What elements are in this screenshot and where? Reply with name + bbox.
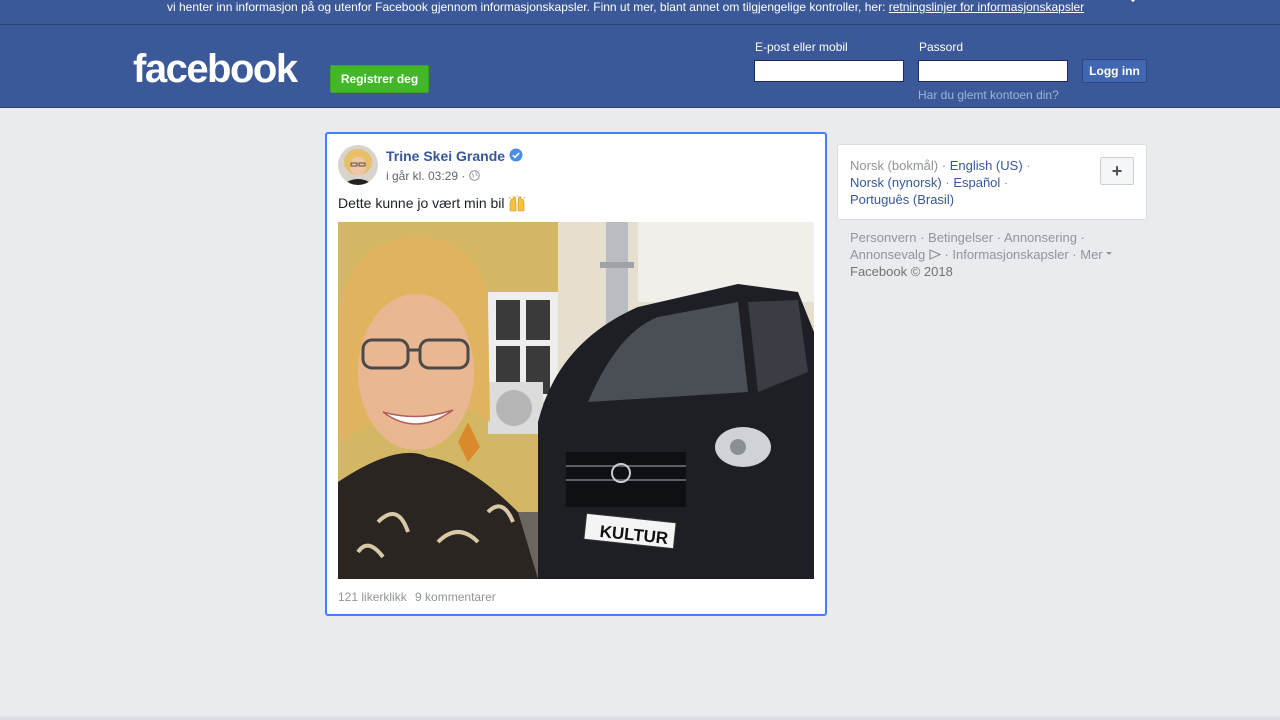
footer-link-terms[interactable]: Betingelser [928,230,993,245]
cookie-banner-text: vi henter inn informasjon på og utenfor … [167,0,1084,14]
login-button[interactable]: Logg inn [1082,59,1147,83]
close-icon[interactable] [1124,0,1142,8]
email-field[interactable] [754,60,904,82]
verified-badge-icon [509,148,523,162]
avatar[interactable] [338,145,378,185]
password-label: Passord [919,40,964,54]
raised-hands-emoji-icon [508,195,526,212]
email-label: E-post eller mobil [755,40,848,54]
current-language: Norsk (bokmål) [850,158,939,173]
likes-count[interactable]: 121 likerklikk [338,590,407,604]
post-card: Trine Skei Grande i går kl. 03:29 · Dett… [325,132,827,616]
footer-link-ad-choices[interactable]: Annonsevalg [850,247,925,262]
bottom-edge [0,714,1280,720]
top-header: facebook Registrer deg E-post eller mobi… [0,25,1280,108]
post-timestamp[interactable]: i går kl. 03:29 · [386,169,465,183]
post-author-name[interactable]: Trine Skei Grande [386,148,505,164]
forgot-account-link[interactable]: Har du glemt kontoen din? [918,88,1059,102]
register-button[interactable]: Registrer deg [330,65,429,93]
footer-links: Personvern · Betingelser · Annonsering ·… [850,229,1140,280]
footer-link-more[interactable]: Mer [1080,247,1102,262]
language-link-portuguese[interactable]: Português (Brasil) [850,192,954,207]
post-text: Dette kunne jo vært min bil [338,195,505,211]
chevron-down-icon [1106,252,1113,255]
footer-link-privacy[interactable]: Personvern [850,230,916,245]
language-link-english[interactable]: English (US) [950,158,1023,173]
post-stats: 121 likerklikk 9 kommentarer [338,590,501,604]
facebook-logo[interactable]: facebook [133,49,298,89]
footer-link-cookies[interactable]: Informasjonskapsler [952,247,1068,262]
language-selector: Norsk (bokmål) · English (US) · Norsk (n… [837,144,1147,220]
post-photo[interactable]: KULTUR [338,222,814,579]
ad-choices-icon [929,249,942,260]
language-link-spanish[interactable]: Español [953,175,1000,190]
language-list: Norsk (bokmål) · English (US) · Norsk (n… [850,158,1031,207]
comments-count[interactable]: 9 kommentarer [415,590,496,604]
footer-link-advertising[interactable]: Annonsering [1004,230,1077,245]
copyright: Facebook © 2018 [850,264,953,279]
cookie-banner: vi henter inn informasjon på og utenfor … [0,0,1280,25]
cookie-banner-message: vi henter inn informasjon på og utenfor … [167,0,889,14]
cookie-policy-link[interactable]: retningslinjer for informasjonskapsler [889,0,1084,14]
add-language-button[interactable]: + [1100,157,1134,185]
globe-icon [469,170,480,181]
language-link-nynorsk[interactable]: Norsk (nynorsk) [850,175,942,190]
password-field[interactable] [918,60,1068,82]
